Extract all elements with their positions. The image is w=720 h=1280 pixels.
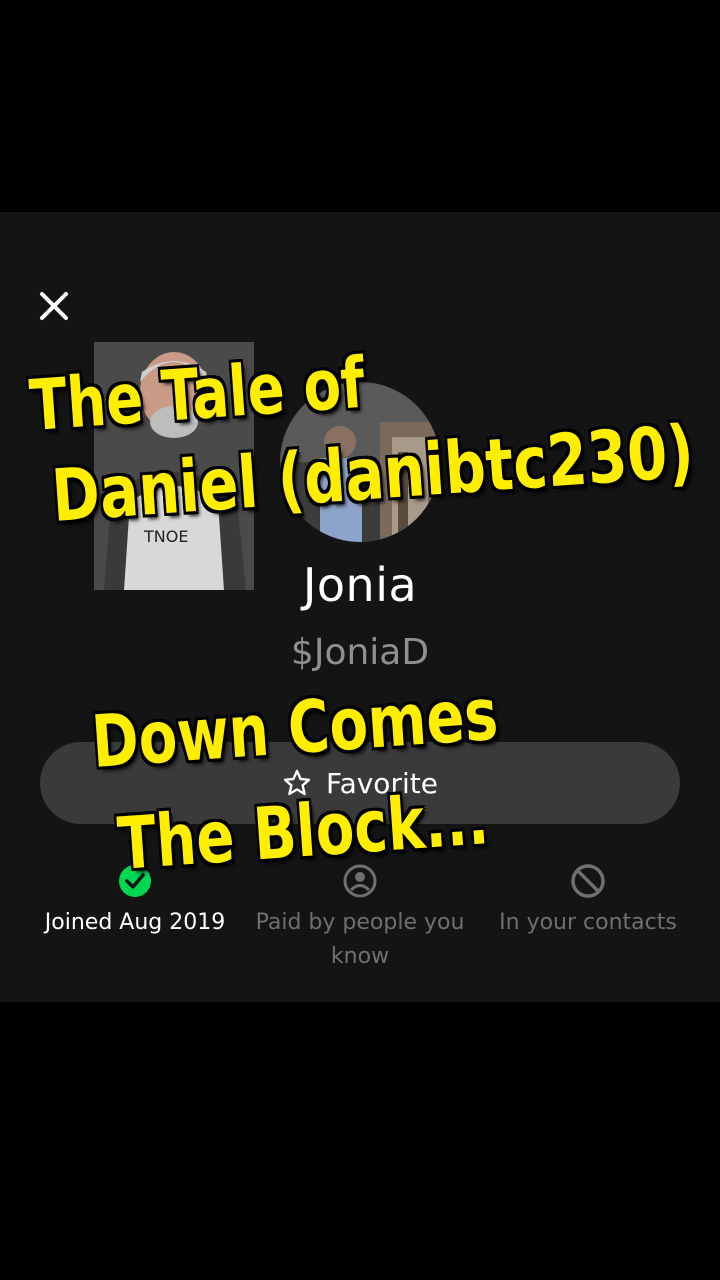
profile-name: Jonia — [302, 558, 418, 612]
close-icon — [40, 292, 68, 320]
info-paid-label: Paid by people you know — [255, 910, 465, 969]
profile-handle: $JoniaD — [290, 632, 430, 673]
block-icon — [571, 864, 605, 898]
info-joined-label: Joined Aug 2019 — [44, 910, 226, 935]
info-contacts: In your contacts — [478, 862, 698, 940]
profile-panel: TNOE Jonia $JoniaD Favorite Joined Aug 2… — [0, 212, 720, 1002]
info-contacts-label: In your contacts — [499, 910, 677, 935]
close-button[interactable] — [34, 286, 74, 326]
info-paid: Paid by people you know — [250, 862, 470, 974]
